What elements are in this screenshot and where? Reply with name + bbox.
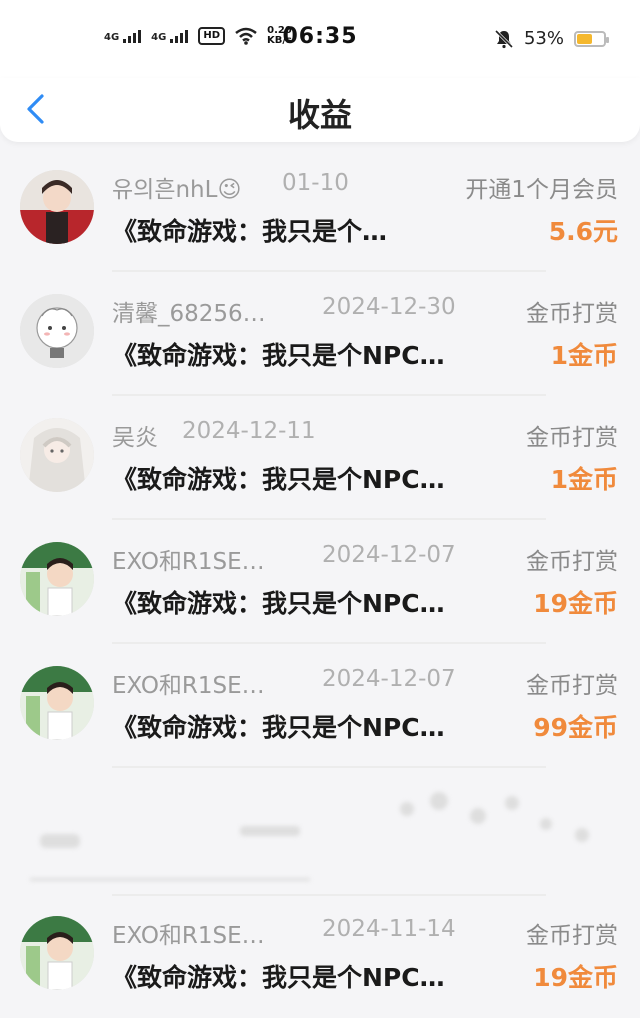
record-date: 2024-12-07 <box>322 666 456 692</box>
user-name: EXO和R1SE… <box>112 549 265 575</box>
record-date: 2024-11-14 <box>322 916 456 942</box>
list-item[interactable]: EXO和R1SE… 2024-12-07 金币打赏 《致命游戏：我只是个NPC…… <box>0 644 640 768</box>
user-name: EXO和R1SE… <box>112 673 265 699</box>
status-icons-right: 53% <box>494 28 609 49</box>
earning-type: 金币打赏 <box>526 673 618 699</box>
book-title: 《致命游戏：我只是个NPC… <box>112 341 445 370</box>
record-date: 2024-12-07 <box>322 542 456 568</box>
status-bar: 4G 4G HD 0.20 KB/s 06:35 53% <box>0 0 640 78</box>
earning-type: 开通1个月会员 <box>465 177 618 203</box>
earning-type: 金币打赏 <box>526 425 618 451</box>
book-title: 《致命游戏：我只是个NPC… <box>112 713 445 742</box>
earning-amount: 19金币 <box>533 589 618 618</box>
user-name: EXO和R1SE… <box>112 923 265 949</box>
list-item[interactable]: EXO和R1SE… 2024-11-14 金币打赏 《致命游戏：我只是个NPC…… <box>0 894 640 1018</box>
list-item[interactable]: 吴炎 2024-12-11 金币打赏 《致命游戏：我只是个NPC… 1金币 <box>0 396 640 520</box>
user-name: 清馨_68256… <box>112 301 266 327</box>
user-name: 吴炎 <box>112 425 158 451</box>
avatar <box>20 542 94 616</box>
avatar <box>20 418 94 492</box>
earning-type: 金币打赏 <box>526 301 618 327</box>
earning-amount: 1金币 <box>550 341 618 370</box>
nav-bar: 收益 <box>0 78 640 142</box>
record-date: 2024-12-11 <box>182 418 316 444</box>
battery-icon <box>574 30 609 47</box>
book-title: 《致命游戏：我只是个… <box>112 217 388 246</box>
list-item[interactable]: EXO和R1SE… 2024-12-07 金币打赏 《致命游戏：我只是个NPC…… <box>0 520 640 644</box>
earning-amount: 5.6元 <box>548 217 618 246</box>
earning-amount: 1金币 <box>550 465 618 494</box>
bell-muted-icon <box>494 29 514 48</box>
earning-type: 金币打赏 <box>526 923 618 949</box>
battery-percent: 53% <box>523 28 564 49</box>
list-item[interactable]: 유의흔nhL😉 01-10 开通1个月会员 《致命游戏：我只是个… 5.6元 <box>0 148 640 272</box>
user-name: 유의흔nhL😉 <box>112 177 242 203</box>
page-title: 收益 <box>287 96 352 134</box>
list-item[interactable]: 清馨_68256… 2024-12-30 金币打赏 《致命游戏：我只是个NPC…… <box>0 272 640 396</box>
book-title: 《致命游戏：我只是个NPC… <box>112 589 445 618</box>
avatar <box>20 294 94 368</box>
avatar <box>20 916 94 990</box>
earning-amount: 99金币 <box>533 713 618 742</box>
earning-type: 金币打赏 <box>526 549 618 575</box>
avatar <box>20 666 94 740</box>
record-date: 01-10 <box>282 170 349 196</box>
avatar <box>20 170 94 244</box>
book-title: 《致命游戏：我只是个NPC… <box>112 963 445 992</box>
book-title: 《致命游戏：我只是个NPC… <box>112 465 445 494</box>
earning-amount: 19金币 <box>533 963 618 992</box>
redacted-item <box>0 768 640 896</box>
record-date: 2024-12-30 <box>322 294 456 320</box>
